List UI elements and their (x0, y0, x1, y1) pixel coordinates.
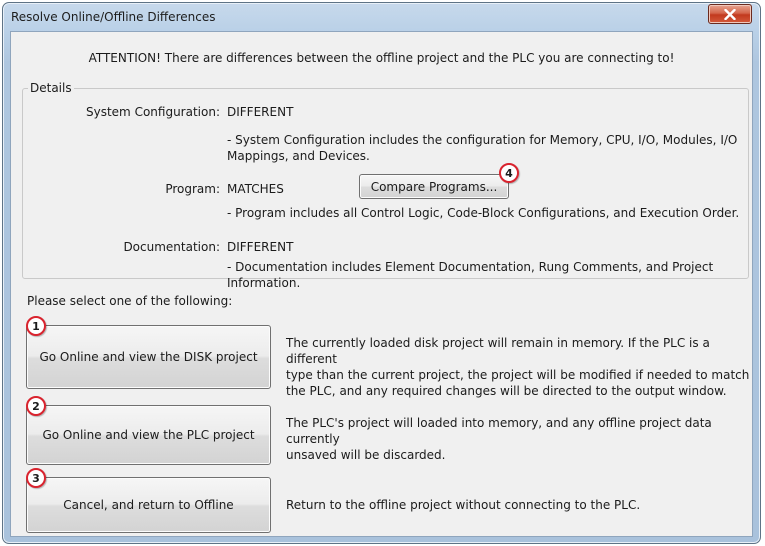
system-configuration-value: DIFFERENT (227, 105, 294, 119)
callout-badge-4: 4 (499, 163, 519, 183)
attention-message: ATTENTION! There are differences between… (88, 51, 675, 65)
callout-badge-3: 3 (26, 468, 46, 488)
details-group: Details System Configuration: DIFFERENT … (22, 81, 749, 290)
system-configuration-description-line: Mappings, and Devices. (227, 149, 370, 163)
dialog-window: Resolve Online/Offline Differences ATTEN… (2, 2, 761, 544)
callout-badge-1: 1 (26, 316, 46, 336)
cancel-option-description: Return to the offline project without co… (286, 497, 751, 513)
program-value: MATCHES (227, 182, 284, 196)
program-label: Program: (165, 182, 220, 196)
disk-option-description-line: The currently loaded disk project will r… (286, 336, 710, 366)
go-online-plc-button[interactable]: Go Online and view the PLC project (26, 405, 271, 465)
close-button[interactable] (708, 4, 752, 24)
documentation-value: DIFFERENT (227, 240, 294, 254)
go-online-disk-button[interactable]: Go Online and view the DISK project (26, 325, 271, 389)
dialog-body: ATTENTION! There are differences between… (10, 31, 753, 537)
plc-option-description-line: unsaved will be discarded. (286, 448, 446, 462)
disk-option-description: The currently loaded disk project will r… (286, 335, 751, 399)
cancel-return-offline-button[interactable]: Cancel, and return to Offline (26, 477, 271, 533)
disk-option-description-line: the PLC, and any required changes will b… (286, 384, 727, 398)
callout-badge-2: 2 (26, 396, 46, 416)
system-configuration-description: - System Configuration includes the conf… (227, 132, 742, 164)
close-x-icon (724, 8, 736, 20)
program-description: - Program includes all Control Logic, Co… (227, 206, 740, 220)
plc-option-description: The PLC's project will loaded into memor… (286, 415, 751, 463)
details-legend: Details (28, 81, 74, 95)
system-configuration-description-line: - System Configuration includes the conf… (227, 133, 738, 147)
disk-option-description-line: type than the current project, the proje… (286, 368, 750, 382)
plc-option-description-line: The PLC's project will loaded into memor… (286, 416, 712, 446)
cancel-option-description-line: Return to the offline project without co… (286, 498, 641, 512)
selection-prompt: Please select one of the following: (27, 294, 233, 308)
compare-programs-button[interactable]: Compare Programs... (359, 174, 509, 199)
system-configuration-label: System Configuration: (86, 105, 220, 119)
documentation-description: - Documentation includes Element Documen… (227, 260, 714, 290)
window-title: Resolve Online/Offline Differences (11, 10, 216, 24)
title-bar[interactable]: Resolve Online/Offline Differences (3, 3, 760, 31)
documentation-label: Documentation: (123, 240, 220, 254)
